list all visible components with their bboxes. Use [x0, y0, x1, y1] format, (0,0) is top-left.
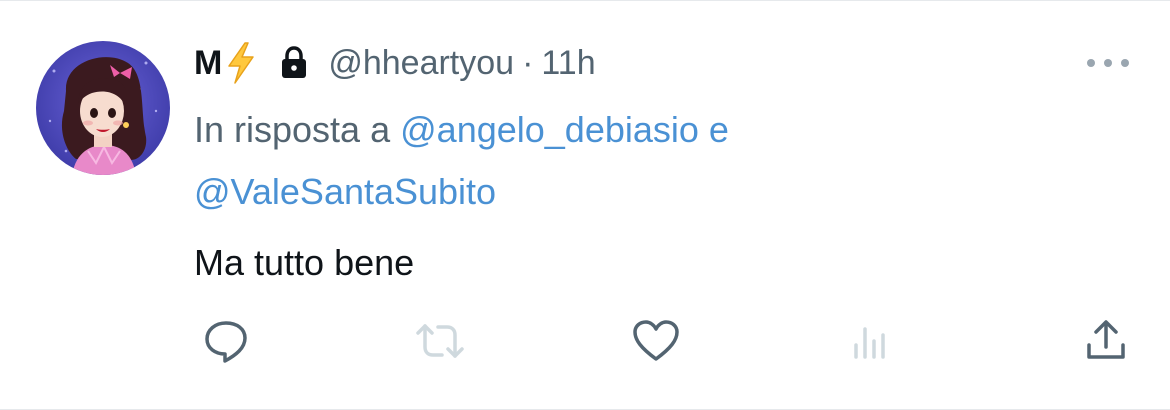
tweet-header: M @hheartyou · 11h — [194, 39, 596, 87]
like-icon[interactable] — [626, 311, 686, 371]
tweet-time[interactable]: 11h — [541, 44, 595, 83]
avatar[interactable] — [36, 41, 170, 175]
author-handle[interactable]: @hheartyou — [328, 44, 514, 83]
mention-link[interactable]: @ValeSantaSubito — [194, 171, 496, 212]
author-name[interactable]: M — [194, 44, 222, 83]
views-icon[interactable] — [840, 311, 900, 371]
mention-link[interactable]: @angelo_debiasio — [400, 109, 699, 150]
action-bar — [0, 311, 1170, 371]
reply-context: In risposta a @angelo_debiasio e @ValeSa… — [194, 99, 1094, 223]
reply-prefix: In risposta a — [194, 109, 391, 150]
share-icon[interactable] — [1076, 311, 1136, 371]
retweet-icon[interactable] — [410, 311, 470, 371]
reply-icon[interactable] — [196, 311, 256, 371]
lock-icon — [280, 46, 308, 80]
reply-conjunction: e — [708, 109, 729, 150]
high-voltage-icon — [226, 42, 256, 84]
more-options-icon[interactable] — [1080, 45, 1136, 81]
tweet-text: Ma tutto bene — [194, 242, 415, 283]
separator-dot: · — [522, 43, 534, 82]
tweet-card[interactable]: M @hheartyou · 11h In risposta a @angelo… — [0, 0, 1170, 410]
